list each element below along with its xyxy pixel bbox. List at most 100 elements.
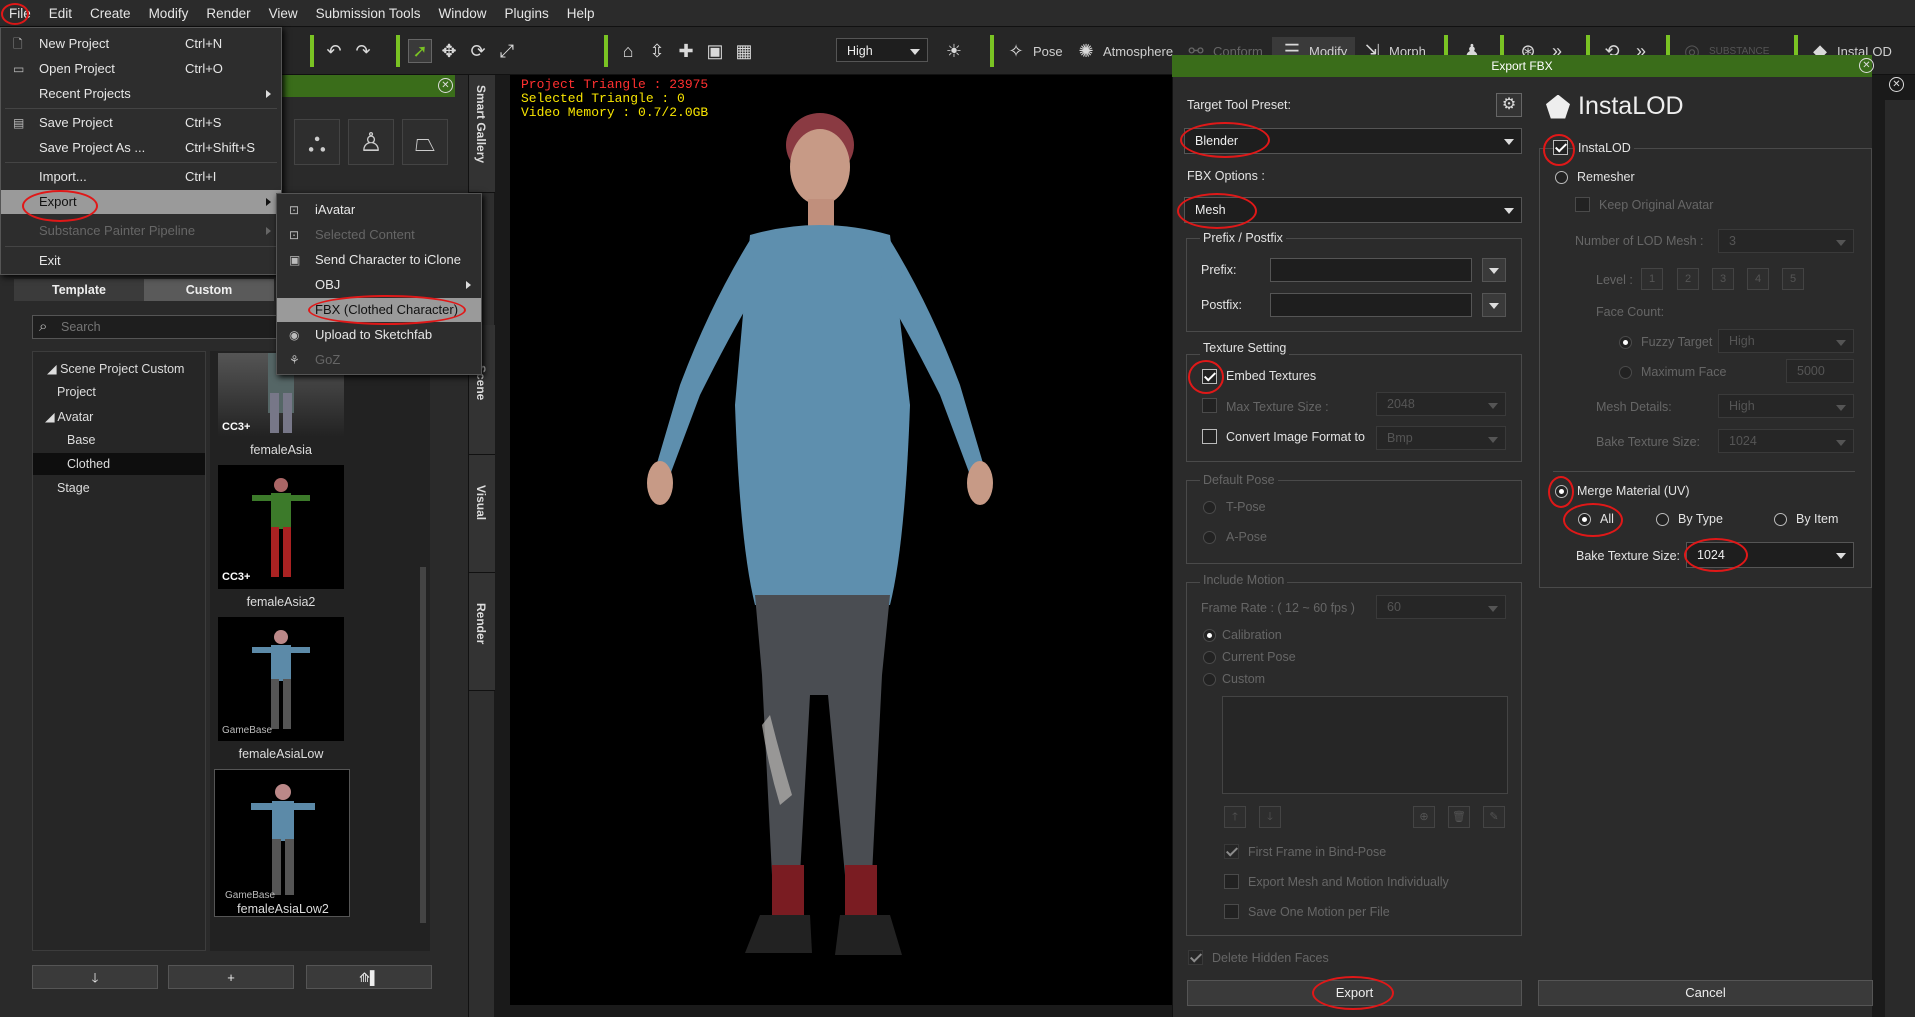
move-up-icon[interactable]: 🡑 xyxy=(1224,806,1246,828)
tree-item-stage[interactable]: Stage xyxy=(57,481,90,495)
redo-icon[interactable]: ↷ xyxy=(351,39,375,63)
frame-icon[interactable]: ▣ xyxy=(703,39,727,63)
thumbnail-femaleasia2[interactable]: CC3+ xyxy=(218,465,344,589)
menu-item-save-project-as[interactable]: Save Project As ... Ctrl+Shift+S xyxy=(1,136,281,160)
export-individually-checkbox[interactable] xyxy=(1224,874,1239,889)
menu-plugins[interactable]: Plugins xyxy=(495,0,557,27)
delete-icon[interactable]: 🗑 xyxy=(1448,806,1470,828)
prefix-dropdown[interactable] xyxy=(1482,258,1506,282)
target-tool-select[interactable]: Blender xyxy=(1184,128,1522,154)
move-icon[interactable]: ✥ xyxy=(437,39,461,63)
body-icon[interactable]: ♙ xyxy=(348,119,394,165)
level-2-button[interactable]: 2 xyxy=(1677,268,1699,290)
menu-item-recent-projects[interactable]: Recent Projects xyxy=(1,82,281,106)
submenu-item-obj[interactable]: OBJ xyxy=(277,273,481,297)
menu-item-open-project[interactable]: ▭ Open Project Ctrl+O xyxy=(1,57,281,81)
merge-all-radio[interactable] xyxy=(1578,513,1591,526)
fuzzy-target-select[interactable]: High xyxy=(1718,329,1854,353)
mesh-details-select[interactable]: High xyxy=(1718,394,1854,418)
home-icon[interactable]: ⌂ xyxy=(616,39,640,63)
fbx-options-select[interactable]: Mesh xyxy=(1184,197,1522,223)
submenu-item-iavatar[interactable]: ⊡ iAvatar xyxy=(277,198,481,222)
instalod-checkbox[interactable] xyxy=(1553,140,1568,155)
motion-list[interactable] xyxy=(1222,696,1508,794)
select-arrow-icon[interactable]: ➚ xyxy=(408,39,432,63)
menu-item-export[interactable]: Export xyxy=(1,190,281,214)
submenu-item-selected-content[interactable]: ⊡ Selected Content xyxy=(277,223,481,247)
menu-item-exit[interactable]: Exit xyxy=(1,249,281,273)
delete-hidden-checkbox[interactable] xyxy=(1188,950,1203,965)
submenu-item-fbx-clothed[interactable]: FBX (Clothed Character) xyxy=(277,298,481,322)
thumbnail-femaleasialow[interactable]: GameBase xyxy=(218,617,344,741)
tree-item-base[interactable]: Base xyxy=(67,433,96,447)
tree-item-clothed[interactable]: Clothed xyxy=(67,457,110,471)
menu-create[interactable]: Create xyxy=(81,0,140,27)
menu-modify[interactable]: Modify xyxy=(140,0,198,27)
bake-size-select-2[interactable]: 1024 xyxy=(1686,542,1854,568)
preset-icon[interactable]: ⛬ xyxy=(294,119,340,165)
pose-button[interactable]: Pose xyxy=(1033,44,1063,59)
prefix-input[interactable] xyxy=(1270,258,1472,282)
menu-submission-tools[interactable]: Submission Tools xyxy=(307,0,430,27)
menu-view[interactable]: View xyxy=(260,0,307,27)
tree-item-project[interactable]: Project xyxy=(57,385,96,399)
max-texture-checkbox[interactable] xyxy=(1202,398,1217,413)
bake-size-select-1[interactable]: 1024 xyxy=(1718,429,1854,453)
tab-render[interactable]: Render xyxy=(469,573,495,691)
num-lod-select[interactable]: 3 xyxy=(1718,229,1854,253)
merge-by-type-radio[interactable] xyxy=(1656,513,1669,526)
frame-rate-input[interactable]: 60 xyxy=(1376,595,1506,619)
level-5-button[interactable]: 5 xyxy=(1782,268,1804,290)
level-3-button[interactable]: 3 xyxy=(1712,268,1734,290)
close-icon[interactable]: ✕ xyxy=(1889,77,1904,92)
tree-item-avatar[interactable]: ◢ Avatar xyxy=(45,409,93,424)
light-icon[interactable]: ☀ xyxy=(942,39,966,63)
menu-item-substance-painter[interactable]: Substance Painter Pipeline xyxy=(1,219,281,243)
keep-original-checkbox[interactable] xyxy=(1575,197,1590,212)
scrollbar[interactable] xyxy=(420,567,426,923)
menu-item-save-project[interactable]: ▤ Save Project Ctrl+S xyxy=(1,111,281,135)
postfix-input[interactable] xyxy=(1270,293,1472,317)
move-down-icon[interactable]: 🡓 xyxy=(1259,806,1281,828)
fuzzy-target-radio[interactable] xyxy=(1619,336,1632,349)
embed-textures-checkbox[interactable] xyxy=(1202,369,1217,384)
remesher-radio[interactable] xyxy=(1555,171,1568,184)
maximum-face-input[interactable]: 5000 xyxy=(1786,359,1854,383)
level-1-button[interactable]: 1 xyxy=(1641,268,1663,290)
camera-icon[interactable]: ▦ xyxy=(732,39,756,63)
add-motion-icon[interactable]: ⊕ xyxy=(1413,806,1435,828)
convert-image-select[interactable]: Bmp xyxy=(1376,426,1506,450)
t-pose-radio[interactable] xyxy=(1203,501,1216,514)
merge-by-item-radio[interactable] xyxy=(1774,513,1787,526)
level-4-button[interactable]: 4 xyxy=(1747,268,1769,290)
menu-item-import[interactable]: Import... Ctrl+I xyxy=(1,165,281,189)
postfix-dropdown[interactable] xyxy=(1482,293,1506,317)
max-texture-select[interactable]: 2048 xyxy=(1376,392,1506,416)
tab-visual[interactable]: Visual xyxy=(469,455,495,573)
custom-radio[interactable] xyxy=(1203,673,1216,686)
first-frame-checkbox[interactable] xyxy=(1224,844,1239,859)
edit-motion-icon[interactable]: ✎ xyxy=(1483,806,1505,828)
stage-icon[interactable]: ⏢ xyxy=(402,119,448,165)
calibration-radio[interactable] xyxy=(1203,629,1216,642)
close-icon[interactable]: ✕ xyxy=(1859,58,1874,73)
atmosphere-button[interactable]: Atmosphere xyxy=(1103,44,1173,59)
zoom-icon[interactable]: ✚ xyxy=(674,39,698,63)
a-pose-radio[interactable] xyxy=(1203,531,1216,544)
rotate-icon[interactable]: ⟳ xyxy=(466,39,490,63)
scale-icon[interactable]: ⤢ xyxy=(495,39,519,63)
menu-item-new-project[interactable]: 🗋 New Project Ctrl+N xyxy=(1,32,281,56)
menu-window[interactable]: Window xyxy=(429,0,495,27)
convert-image-checkbox[interactable] xyxy=(1202,429,1217,444)
fit-icon[interactable]: ⇳ xyxy=(645,39,669,63)
merge-material-radio[interactable] xyxy=(1555,485,1568,498)
tab-smart-gallery[interactable]: Smart Gallery xyxy=(469,75,495,193)
gear-icon[interactable]: ⚙ xyxy=(1496,93,1522,117)
3d-viewport[interactable]: Project Triangle : 23975 Selected Triang… xyxy=(510,75,1172,1005)
menu-help[interactable]: Help xyxy=(558,0,604,27)
tree-item-scene-project-custom[interactable]: ◢ Scene Project Custom xyxy=(47,361,184,376)
add-button[interactable]: + xyxy=(168,965,294,989)
tab-custom[interactable]: Custom xyxy=(144,279,274,301)
export-button[interactable]: Export xyxy=(1187,980,1522,1006)
thumbnail-femaleasialow2[interactable]: GameBase femaleAsiaLow2 xyxy=(214,769,350,917)
